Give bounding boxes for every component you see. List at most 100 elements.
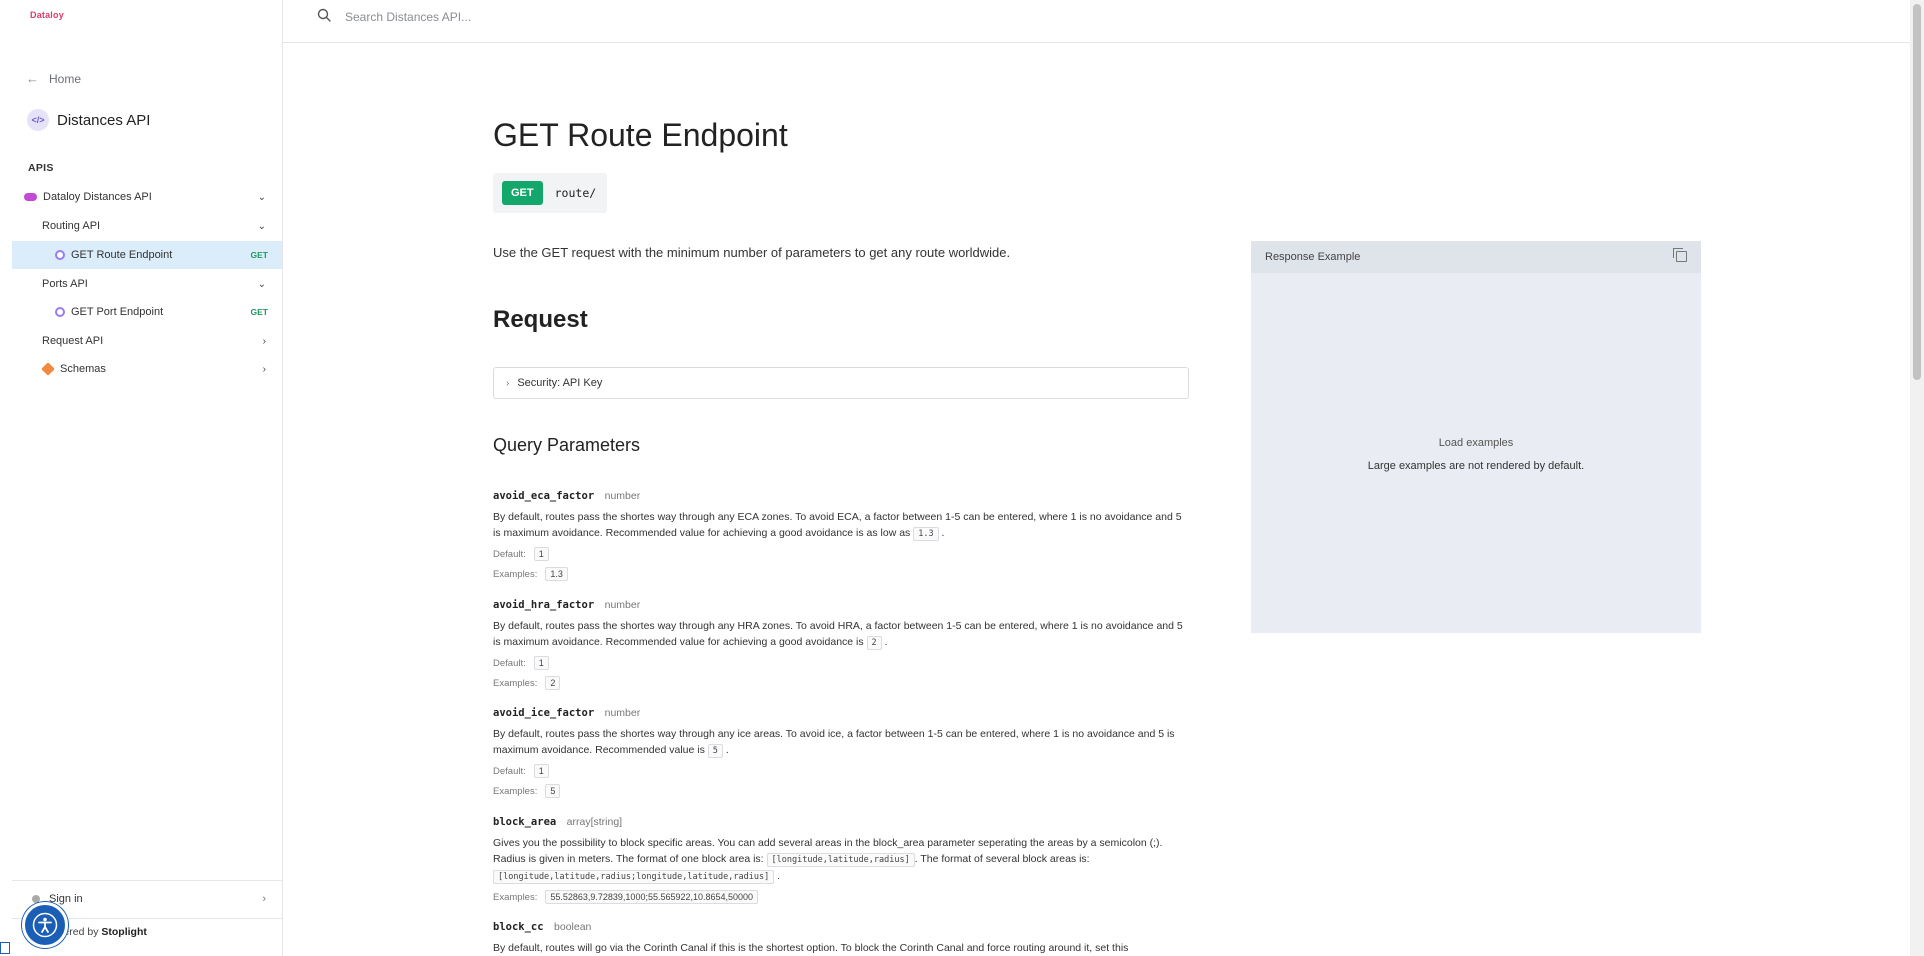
param-description: By default, routes pass the shortes way … — [493, 618, 1193, 651]
security-api-key-toggle[interactable]: › Security: API Key — [493, 367, 1189, 399]
param-description-text: By default, routes will go via the Corin… — [493, 942, 1129, 954]
code-icon: </> — [27, 109, 49, 131]
sidebar-item-routing-api[interactable]: Routing API ⌄ — [12, 212, 282, 240]
endpoint-path: route/ — [554, 186, 597, 200]
examples-label: Examples: — [493, 677, 538, 689]
param-type: boolean — [554, 921, 592, 933]
example-value: 5 — [545, 784, 561, 798]
endpoint-description: Use the GET request with the minimum num… — [493, 245, 1011, 260]
sidebar-item-label: Ports API — [42, 278, 88, 290]
sidebar-item-get-port-endpoint[interactable]: GET Port Endpoint GET — [12, 298, 282, 326]
param-description: By default, routes will go via the Corin… — [493, 940, 1193, 956]
accessibility-button[interactable] — [22, 902, 68, 948]
method-badge: GET — [250, 307, 268, 317]
code-value: 5 — [707, 744, 723, 758]
page-title: GET Route Endpoint — [493, 117, 788, 153]
code-value: 2 — [866, 636, 882, 650]
param-name: avoid_eca_factor — [493, 490, 595, 502]
endpoint-icon — [55, 307, 65, 317]
param-name: avoid_hra_factor — [493, 599, 595, 611]
sidebar-item-label: GET Route Endpoint — [71, 249, 173, 261]
param-description-text: Gives you the possibility to block speci… — [493, 837, 1163, 849]
example-value: 1.3 — [545, 567, 568, 581]
sidebar-item-dataloy-distances-api[interactable]: Dataloy Distances API ⌄ — [12, 183, 282, 211]
param-description-text: . — [725, 744, 729, 756]
powered-brand: Stoplight — [101, 926, 147, 938]
examples-label: Examples: — [493, 568, 538, 580]
chevron-right-icon: › — [506, 377, 510, 389]
chevron-down-icon: ⌄ — [257, 191, 266, 203]
search-icon — [317, 8, 331, 22]
chevron-down-icon: ⌄ — [257, 278, 266, 290]
sidebar: Dataloy ← Home </> Distances API APIS Da… — [12, 0, 283, 956]
param-description-text: is maximum avoidance. Recommended value … — [493, 636, 864, 648]
default-label: Default: — [493, 548, 526, 560]
response-example-header: Response Example — [1251, 241, 1701, 273]
method-badge: GET — [250, 250, 268, 260]
param-examples: Examples: 1.3 — [493, 566, 1193, 582]
param-block-area: block_area array[string] Gives you the p… — [493, 812, 1193, 905]
param-examples: Examples: 2 — [493, 675, 1193, 691]
method-badge: GET — [502, 181, 543, 205]
example-value: 55.52863,9.72839,1000;55.565922,10.8654,… — [545, 890, 759, 904]
scrollbar-thumb[interactable] — [1913, 4, 1921, 380]
examples-label: Examples: — [493, 785, 538, 797]
brand-logo[interactable]: Dataloy — [30, 10, 64, 20]
api-title[interactable]: </> Distances API — [27, 109, 150, 131]
param-description-text: . — [777, 870, 781, 882]
chevron-down-icon: ⌄ — [257, 220, 266, 232]
param-avoid-ice-factor: avoid_ice_factor number By default, rout… — [493, 703, 1193, 799]
param-type: number — [604, 707, 641, 719]
taskbar-fragment — [0, 942, 10, 954]
chevron-right-icon: › — [262, 335, 266, 347]
page-scrollbar[interactable] — [1910, 0, 1924, 956]
param-description-text: By default, routes pass the shortes way … — [493, 620, 1183, 632]
sidebar-item-label: Request API — [42, 335, 104, 347]
sidebar-item-label: Routing API — [42, 220, 101, 232]
param-description-text: Radius is given in meters. The format of… — [493, 853, 764, 865]
code-value: [longitude,latitude,radius;longitude,lat… — [493, 870, 775, 884]
param-type: array[string] — [566, 816, 623, 828]
default-value: 1 — [533, 547, 549, 561]
divider — [12, 880, 282, 881]
copy-icon[interactable] — [1673, 248, 1687, 262]
example-value: 2 — [545, 676, 561, 690]
param-block-cc: block_cc boolean By default, routes will… — [493, 917, 1193, 956]
default-label: Default: — [493, 765, 526, 777]
param-description-text: maximum avoidance. Recommended value is — [493, 744, 705, 756]
param-description-text: . — [941, 527, 945, 539]
param-description-text: By default, routes pass the shortes way … — [493, 511, 1182, 523]
default-label: Default: — [493, 657, 526, 669]
sidebar-item-label: Dataloy Distances API — [43, 191, 152, 203]
accessibility-icon — [32, 912, 58, 938]
param-type: number — [604, 490, 641, 502]
response-example-title: Response Example — [1265, 251, 1361, 263]
param-name: avoid_ice_factor — [493, 707, 595, 719]
param-type: number — [604, 599, 641, 611]
param-avoid-eca-factor: avoid_eca_factor number By default, rout… — [493, 486, 1193, 582]
response-example-panel: Response Example Load examples Large exa… — [1251, 241, 1701, 633]
security-label: Security: API Key — [517, 377, 603, 389]
main-content: GET Route Endpoint GET route/ Use the GE… — [283, 43, 1910, 956]
home-link[interactable]: ← Home — [26, 71, 81, 86]
sidebar-item-request-api[interactable]: Request API › — [12, 327, 282, 355]
sidebar-item-ports-api[interactable]: Ports API ⌄ — [12, 270, 282, 298]
default-value: 1 — [533, 656, 549, 670]
request-heading: Request — [493, 306, 588, 333]
load-examples-note: Large examples are not rendered by defau… — [1367, 460, 1585, 472]
chevron-right-icon: › — [262, 893, 266, 905]
param-name: block_area — [493, 816, 557, 828]
code-value: 1.3 — [913, 527, 939, 541]
sidebar-item-schemas[interactable]: Schemas › — [12, 355, 282, 383]
search-input[interactable] — [343, 6, 847, 28]
arrow-left-icon: ← — [26, 71, 39, 86]
api-title-label: Distances API — [57, 111, 151, 129]
default-value: 1 — [533, 764, 549, 778]
load-examples-button[interactable]: Load examples — [1251, 437, 1701, 449]
endpoint-icon — [55, 250, 65, 260]
param-default: Default: 1 — [493, 546, 1193, 562]
home-link-label: Home — [49, 71, 82, 86]
param-description: By default, routes pass the shortes way … — [493, 726, 1193, 759]
top-search-bar — [283, 0, 1910, 43]
sidebar-item-get-route-endpoint[interactable]: GET Route Endpoint GET — [12, 241, 282, 269]
